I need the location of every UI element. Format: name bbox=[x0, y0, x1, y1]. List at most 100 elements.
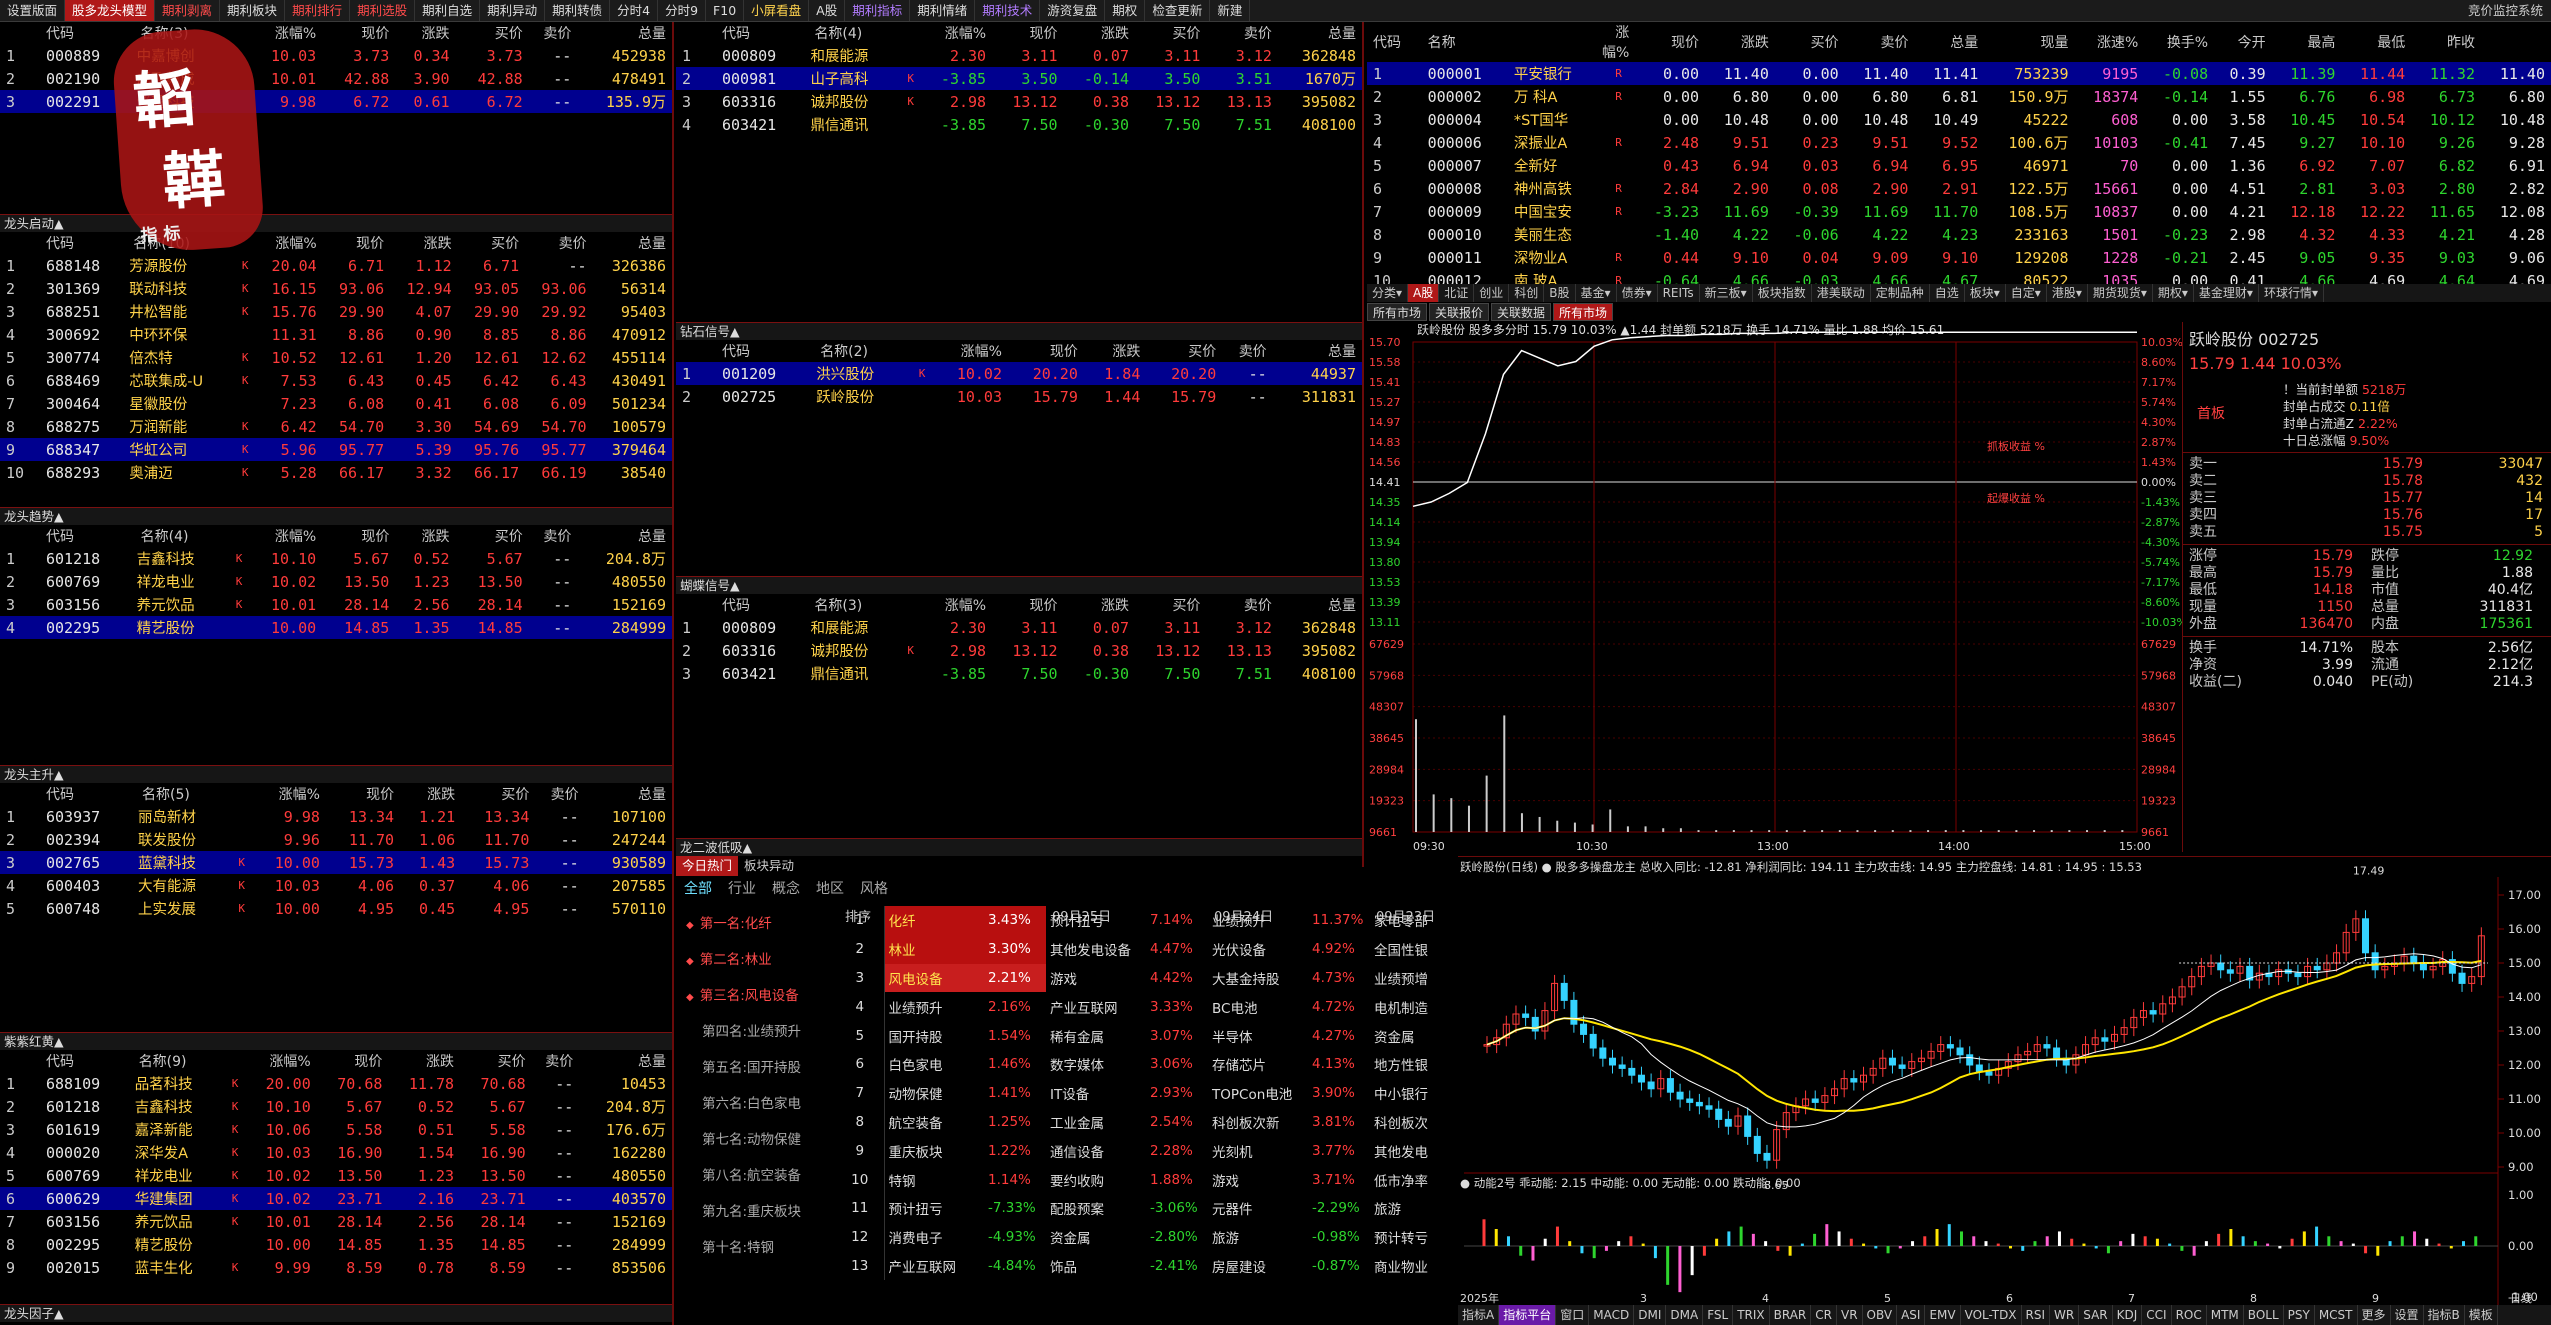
col-header[interactable]: 买价 bbox=[1135, 594, 1206, 616]
table-row[interactable]: 5 国开持股 1.54% 稀有金属 3.07% 半导体 4.27% 资金属 bbox=[832, 1021, 1452, 1050]
market-tab[interactable]: 创业 bbox=[1474, 284, 1510, 302]
col-header[interactable]: 现价 bbox=[1635, 22, 1705, 62]
market-tab[interactable]: 科创 bbox=[1509, 284, 1545, 302]
col-header[interactable]: 买价 bbox=[461, 783, 535, 805]
col-header[interactable]: 现价 bbox=[992, 594, 1063, 616]
col-header[interactable]: 涨跌 bbox=[1064, 22, 1135, 44]
table-row[interactable]: 1 000809 和展能源 2.30 3.11 0.07 3.11 3.12 362848 bbox=[676, 616, 1362, 639]
indicator-tab[interactable]: 指标A bbox=[1458, 1305, 1500, 1325]
rank-filter[interactable]: 全部 bbox=[676, 878, 720, 898]
market-tab[interactable]: B股 bbox=[1544, 284, 1576, 302]
table-row[interactable]: 2 600769 祥龙电业 K 10.02 13.50 1.23 13.50 -- 480550 bbox=[0, 570, 672, 593]
table-row[interactable]: 2 002725 跃岭股份 10.03 15.79 1.44 15.79 -- 311831 bbox=[676, 385, 1362, 408]
indicator-tab[interactable]: FSL bbox=[1703, 1305, 1734, 1325]
col-header[interactable]: 代码 bbox=[1367, 22, 1422, 62]
table-row[interactable]: 1 603937 丽岛新材 9.98 13.34 1.21 13.34 -- 107100 bbox=[0, 805, 672, 828]
top-tab[interactable]: 分时4 bbox=[610, 0, 659, 21]
table-row[interactable]: 7 300464 星徽股份 7.23 6.08 0.41 6.08 6.09 501234 bbox=[0, 392, 672, 415]
table-row[interactable]: 1 601218 吉鑫科技 K 10.10 5.67 0.52 5.67 -- 204.8万 bbox=[0, 547, 672, 570]
indicator-tab[interactable]: DMI bbox=[1634, 1305, 1667, 1325]
market-tab[interactable]: 期货现货▾ bbox=[2088, 284, 2153, 302]
table-row[interactable]: 9 002015 蓝丰生化 K 9.99 8.59 0.78 8.59 -- 853506 bbox=[0, 1256, 672, 1279]
table-row[interactable]: 4 300692 中环环保 11.31 8.86 0.90 8.85 8.86 470912 bbox=[0, 323, 672, 346]
table-row[interactable]: 2 301369 联动科技 K 16.15 93.06 12.94 93.05 93.06 563… bbox=[0, 277, 672, 300]
col-header[interactable]: 现价 bbox=[322, 525, 395, 547]
col-header[interactable]: 名称(9) bbox=[133, 1050, 245, 1072]
rank-name[interactable]: 第六名:白色家电 bbox=[686, 1092, 801, 1112]
indicator-tab[interactable]: MCST bbox=[2315, 1305, 2358, 1325]
col-header[interactable]: 代码 bbox=[716, 340, 814, 362]
col-header[interactable]: 涨跌 bbox=[1064, 594, 1135, 616]
col-header[interactable]: 总量 bbox=[1914, 22, 1984, 62]
col-header[interactable]: 涨幅% bbox=[245, 1050, 317, 1072]
table-row[interactable]: 4 603421 鼎信通讯 -3.85 7.50 -0.30 7.50 7.51 408100 bbox=[676, 113, 1362, 136]
market-tab[interactable]: 定制品种 bbox=[1871, 284, 1930, 302]
col-header[interactable]: 涨幅% bbox=[249, 22, 322, 44]
col-header[interactable]: 买价 bbox=[1135, 22, 1206, 44]
col-header[interactable]: 名称(4) bbox=[808, 22, 920, 44]
top-tab[interactable]: 期利指标 bbox=[845, 0, 911, 21]
indicator-tab[interactable]: ASI bbox=[1897, 1305, 1926, 1325]
col-header[interactable]: 卖价 bbox=[1845, 22, 1915, 62]
col-header[interactable]: 现价 bbox=[1008, 340, 1084, 362]
table-row[interactable]: 4 000020 深华发A K 10.03 16.90 1.54 16.90 -- 162280 bbox=[0, 1141, 672, 1164]
col-header[interactable]: 涨幅% bbox=[255, 232, 322, 254]
indicator-tab[interactable]: RSI bbox=[2022, 1305, 2051, 1325]
col-header[interactable]: 买价 bbox=[458, 232, 525, 254]
table-row[interactable]: 3 603316 诚邦股份 K 2.98 13.12 0.38 13.12 13.13 39508… bbox=[676, 90, 1362, 113]
related-tab[interactable]: 关联报价 bbox=[1429, 303, 1490, 321]
table-row[interactable]: 10 特钢 1.14% 要约收购 1.88% 游戏 3.71% 低市净率 bbox=[832, 1165, 1452, 1194]
col-header[interactable]: 昨收 bbox=[2411, 22, 2481, 62]
market-tab[interactable]: 自定▾ bbox=[2006, 284, 2047, 302]
rank-name[interactable]: ◆ 第一名:化纤 bbox=[686, 912, 772, 932]
col-header[interactable]: 涨幅% bbox=[252, 783, 326, 805]
table-row[interactable]: 2 601218 吉鑫科技 K 10.10 5.67 0.52 5.67 -- 204.8万 bbox=[0, 1095, 672, 1118]
col-header[interactable]: 卖价 bbox=[1206, 22, 1277, 44]
col-header[interactable]: 最低 bbox=[2341, 22, 2411, 62]
market-tab[interactable]: 基金理财▾ bbox=[2194, 284, 2259, 302]
indicator-tab[interactable]: MACD bbox=[1589, 1305, 1635, 1325]
table-row[interactable]: 1 000809 和展能源 2.30 3.11 0.07 3.11 3.12 362848 bbox=[676, 44, 1362, 67]
top-tab[interactable]: 期利选股 bbox=[350, 0, 416, 21]
col-header[interactable]: 代码 bbox=[716, 594, 808, 616]
indicator-tab[interactable]: 指标B bbox=[2424, 1305, 2465, 1325]
col-header[interactable]: 买价 bbox=[460, 1050, 532, 1072]
col-header[interactable]: 总量 bbox=[585, 783, 672, 805]
col-header[interactable]: 名称(4) bbox=[135, 525, 249, 547]
table-row[interactable]: 5 300774 倍杰特 K 10.52 12.61 1.20 12.61 12.62 45511… bbox=[0, 346, 672, 369]
col-header[interactable]: 现价 bbox=[322, 22, 395, 44]
table-row[interactable]: 5 600748 上实发展 K 10.00 4.95 0.45 4.95 -- 570110 bbox=[0, 897, 672, 920]
table-row[interactable]: 1 化纤 3.43% 预计扭亏 7.14% 业绩预升 11.37% 家电零部 bbox=[832, 906, 1452, 935]
indicator-tab[interactable]: BRAR bbox=[1770, 1305, 1812, 1325]
table-row[interactable]: 2002190成飞集成10.0142.883.9042.88--478491 bbox=[0, 67, 672, 90]
col-header[interactable]: 现价 bbox=[317, 1050, 389, 1072]
col-header[interactable]: 代码 bbox=[40, 525, 135, 547]
top-tab[interactable]: 游资复盘 bbox=[1040, 0, 1106, 21]
top-tab[interactable]: 小屏看盘 bbox=[744, 0, 810, 21]
rank-tab[interactable]: 今日热门 bbox=[676, 856, 739, 876]
col-header[interactable]: 名称(2) bbox=[814, 340, 932, 362]
panel-title[interactable]: 龙头启动▲ bbox=[0, 214, 672, 232]
table-row[interactable]: 3 002765 蓝黛科技 K 10.00 15.73 1.43 15.73 -- 930589 bbox=[0, 851, 672, 874]
market-tab[interactable]: 分类▾ bbox=[1367, 284, 1409, 302]
table-row[interactable]: 1 688148 芳源股份 K 20.04 6.71 1.12 6.71 -- 326386 bbox=[0, 254, 672, 277]
top-tab[interactable]: 期利情绪 bbox=[910, 0, 976, 21]
indicator-tab[interactable]: CR bbox=[1811, 1305, 1837, 1325]
col-header[interactable]: 涨幅% bbox=[921, 594, 992, 616]
col-header[interactable]: 总量 bbox=[593, 232, 672, 254]
top-tab[interactable]: 期利剥离 bbox=[155, 0, 221, 21]
col-header[interactable]: 涨跌 bbox=[395, 525, 455, 547]
col-header[interactable]: 涨跌 bbox=[388, 1050, 460, 1072]
table-row[interactable]: 5 600769 祥龙电业 K 10.02 13.50 1.23 13.50 -- 480550 bbox=[0, 1164, 672, 1187]
col-header[interactable]: 最高 bbox=[2272, 22, 2342, 62]
indicator-tab[interactable]: 模板 bbox=[2465, 1305, 2498, 1325]
rank-name[interactable]: 第五名:国开持股 bbox=[686, 1056, 801, 1076]
top-tab[interactable]: 期利技术 bbox=[975, 0, 1041, 21]
table-row[interactable]: 11 预计扭亏 -7.33% 配股预案 -3.06% 元器件 -2.29% 旅游 bbox=[832, 1193, 1452, 1223]
col-header[interactable]: 代码 bbox=[40, 232, 127, 254]
col-header[interactable]: 总量 bbox=[577, 22, 672, 44]
market-tab[interactable]: 新三板▾ bbox=[1700, 284, 1753, 302]
col-header[interactable]: 涨幅% bbox=[1602, 22, 1635, 62]
table-row[interactable]: 7 603156 养元饮品 K 10.01 28.14 2.56 28.14 -- 152169 bbox=[0, 1210, 672, 1233]
rank-name[interactable]: 第四名:业绩预升 bbox=[686, 1020, 801, 1040]
